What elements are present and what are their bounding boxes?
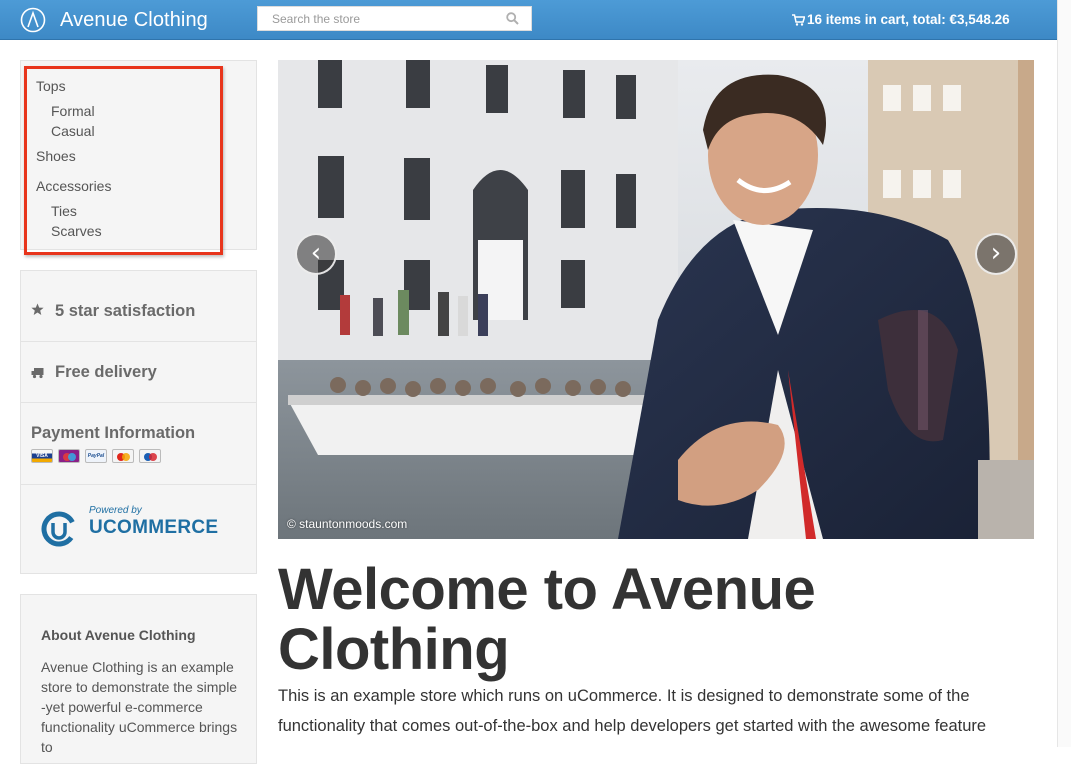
avenue-logo-icon (20, 7, 46, 33)
payment-cards: VISA PayPal (31, 449, 161, 463)
about-title: About Avenue Clothing (41, 627, 196, 643)
visa-card-icon: VISA (31, 449, 53, 463)
ucommerce-wordmark: UCOMMERCE (89, 517, 219, 538)
visa-card-label: VISA (36, 453, 48, 459)
page-scrollbar[interactable] (1057, 0, 1071, 747)
maestro-card-icon-2 (139, 449, 161, 463)
carousel-prev-button[interactable]: ‹ (295, 233, 337, 275)
star-icon (31, 303, 44, 315)
about-panel: About Avenue Clothing Avenue Clothing is… (20, 594, 257, 764)
feature-payment: Payment Information VISA PayPal (21, 403, 256, 485)
category-accessories[interactable]: Accessories (36, 178, 111, 194)
category-formal[interactable]: Formal (51, 103, 95, 119)
paypal-card-label: PayPal (87, 453, 105, 459)
cart-summary-text: 16 items in cart, total: €3,548.26 (807, 12, 1010, 27)
brand-link[interactable]: Avenue Clothing (20, 6, 208, 34)
feature-delivery: Free delivery (21, 342, 256, 403)
feature-satisfaction-label: 5 star satisfaction (55, 302, 196, 320)
search-icon[interactable] (506, 12, 519, 25)
mastercard-orange-dot (122, 453, 130, 461)
maestro-card-blue-dot (68, 453, 76, 461)
hero-carousel[interactable]: ‹ › © stauntonmoods.com (278, 60, 1034, 539)
intro-text: This is an example store which runs on u… (278, 687, 987, 735)
search-input[interactable] (258, 7, 498, 30)
search-box (257, 6, 532, 31)
carousel-next-button[interactable]: › (975, 233, 1017, 275)
photo-credit: © stauntonmoods.com (287, 517, 408, 531)
mastercard-card-icon (112, 449, 134, 463)
feature-delivery-label: Free delivery (55, 363, 157, 381)
truck-icon (31, 368, 44, 379)
store-features: 5 star satisfaction Free delivery Paymen… (20, 270, 257, 574)
page-title: Welcome to Avenue Clothing (278, 557, 816, 682)
powered-by-text: Powered by (89, 505, 142, 516)
ucommerce-logo-icon (41, 511, 77, 547)
cart-summary-link[interactable]: 16 items in cart, total: €3,548.26 (792, 12, 1010, 27)
hero-image (278, 60, 1034, 539)
paypal-card-icon: PayPal (85, 449, 107, 463)
payment-info-title: Payment Information (31, 424, 196, 442)
feature-satisfaction: 5 star satisfaction (21, 271, 256, 342)
category-shoes[interactable]: Shoes (36, 148, 76, 164)
category-scarves[interactable]: Scarves (51, 223, 102, 239)
category-casual[interactable]: Casual (51, 123, 95, 139)
maestro-card-icon (58, 449, 80, 463)
powered-by-ucommerce-link[interactable]: Powered by UCOMMERCE (41, 501, 221, 549)
category-ties[interactable]: Ties (51, 203, 77, 219)
about-text: Avenue Clothing is an example store to d… (41, 659, 238, 755)
category-tops[interactable]: Tops (36, 78, 66, 94)
cart-icon (792, 13, 805, 26)
brand-name: Avenue Clothing (60, 8, 208, 31)
maestro-2-red-dot (149, 453, 157, 461)
category-nav: Tops Formal Casual Shoes Accessories Tie… (20, 60, 257, 250)
top-navbar: Avenue Clothing 16 items in cart, total:… (0, 0, 1057, 40)
